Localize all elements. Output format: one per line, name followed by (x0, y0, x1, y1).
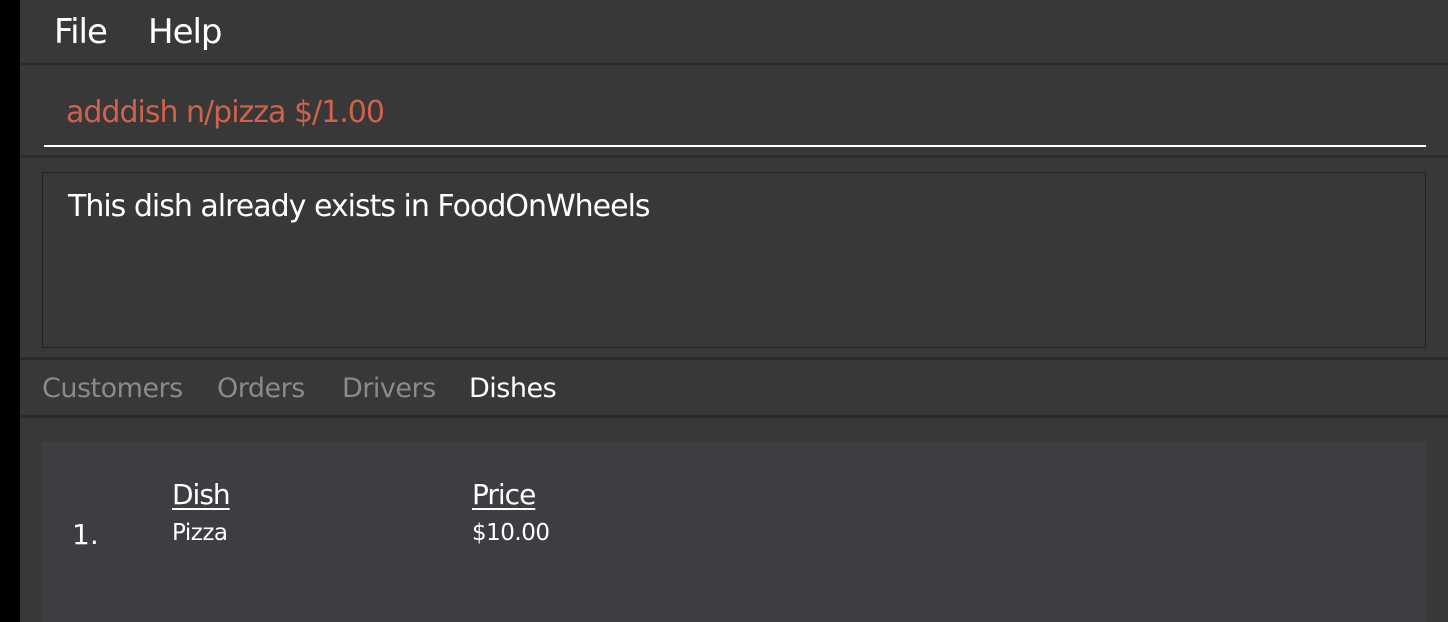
tab-drivers[interactable]: Drivers (342, 373, 436, 404)
tab-bar: Customers Orders Drivers Dishes (20, 362, 1448, 418)
command-input[interactable] (44, 91, 1426, 147)
dish-price: $10.00 (472, 520, 550, 546)
tab-dishes[interactable]: Dishes (469, 373, 557, 404)
price-column-header: Price (472, 478, 536, 511)
tab-customers[interactable]: Customers (42, 373, 183, 404)
menu-file[interactable]: File (54, 12, 108, 52)
dish-list-panel: 1. Dish Price Pizza $10.00 (20, 420, 1448, 622)
result-display-panel: This dish already exists in FoodOnWheels (20, 160, 1448, 360)
dish-name: Pizza (172, 520, 228, 546)
list-item[interactable]: 1. Dish Price Pizza $10.00 (42, 442, 1426, 622)
menu-bar: File Help (20, 0, 1448, 65)
dish-column-header: Dish (172, 478, 231, 511)
menu-help[interactable]: Help (148, 12, 223, 52)
result-message: This dish already exists in FoodOnWheels (68, 189, 651, 224)
list-item-index: 1. (72, 518, 99, 551)
tab-orders[interactable]: Orders (217, 373, 305, 404)
command-box (20, 67, 1448, 158)
app-window: File Help This dish already exists in Fo… (20, 0, 1448, 622)
result-display: This dish already exists in FoodOnWheels (42, 172, 1426, 348)
